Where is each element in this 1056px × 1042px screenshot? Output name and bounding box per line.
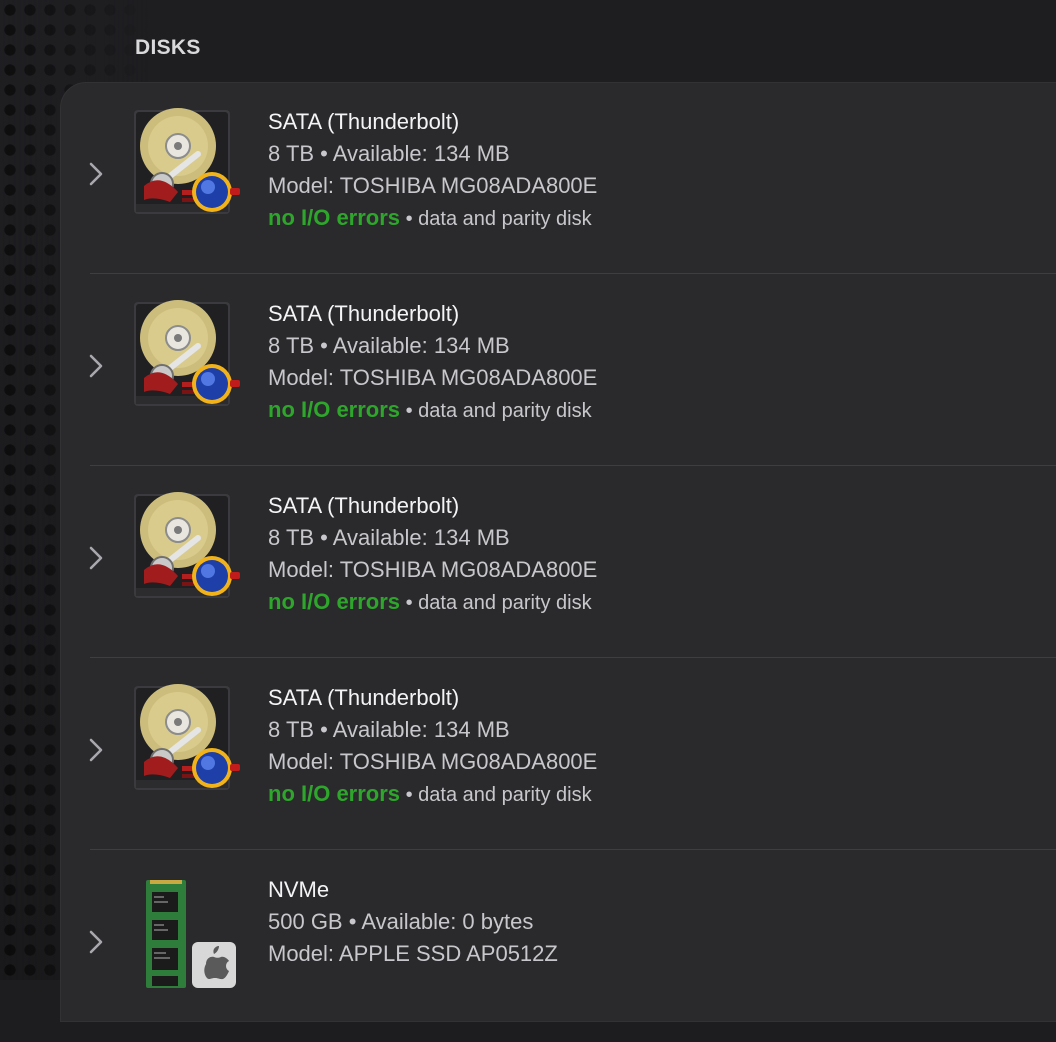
disk-status-line: no I/O errors • data and parity disk: [268, 394, 597, 427]
io-status: no I/O errors: [268, 205, 401, 230]
section-title: DISKS: [135, 36, 201, 59]
disk-role: data and parity disk: [418, 592, 592, 614]
disk-title: SATA (Thunderbolt): [268, 109, 460, 134]
disk-info: SATA (Thunderbolt) 8 TB • Available: 134…: [268, 106, 597, 235]
io-status: no I/O errors: [268, 589, 401, 614]
disk-row[interactable]: SATA (Thunderbolt) 8 TB • Available: 134…: [60, 274, 1056, 466]
disk-capacity: 8 TB • Available: 134 MB: [268, 333, 510, 358]
disk-model: Model: TOSHIBA MG08ADA800E: [268, 365, 598, 390]
disk-role: data and parity disk: [418, 784, 592, 806]
disk-role: data and parity disk: [418, 208, 592, 230]
chevron-right-icon[interactable]: [88, 544, 104, 572]
hard-drive-icon: [134, 108, 240, 214]
disk-status-line: no I/O errors • data and parity disk: [268, 586, 597, 619]
io-status: no I/O errors: [268, 397, 401, 422]
nvme-ssd-icon: [146, 880, 236, 988]
hard-drive-icon: [134, 684, 240, 790]
disk-title: NVMe: [268, 877, 330, 902]
disk-info: SATA (Thunderbolt) 8 TB • Available: 134…: [268, 490, 597, 619]
status-separator: •: [400, 208, 419, 230]
disk-info: NVMe 500 GB • Available: 0 bytes Model: …: [268, 874, 558, 970]
disk-model: Model: TOSHIBA MG08ADA800E: [268, 749, 598, 774]
chevron-right-icon[interactable]: [88, 352, 104, 380]
disk-model: Model: TOSHIBA MG08ADA800E: [268, 557, 598, 582]
chevron-right-icon[interactable]: [88, 736, 104, 764]
io-status: no I/O errors: [268, 781, 401, 806]
disk-row[interactable]: SATA (Thunderbolt) 8 TB • Available: 134…: [60, 82, 1056, 274]
disk-capacity: 8 TB • Available: 134 MB: [268, 525, 510, 550]
hard-drive-icon: [134, 300, 240, 406]
disk-role: data and parity disk: [418, 400, 592, 422]
disk-row[interactable]: NVMe 500 GB • Available: 0 bytes Model: …: [60, 850, 1056, 1042]
disk-capacity: 8 TB • Available: 134 MB: [268, 141, 510, 166]
chevron-right-icon[interactable]: [88, 928, 104, 956]
status-separator: •: [400, 400, 419, 422]
disk-capacity: 500 GB • Available: 0 bytes: [268, 909, 534, 934]
disk-row[interactable]: SATA (Thunderbolt) 8 TB • Available: 134…: [60, 466, 1056, 658]
disk-capacity: 8 TB • Available: 134 MB: [268, 717, 510, 742]
disk-title: SATA (Thunderbolt): [268, 493, 460, 518]
disk-status-line: no I/O errors • data and parity disk: [268, 202, 597, 235]
status-separator: •: [400, 592, 419, 614]
disk-info: SATA (Thunderbolt) 8 TB • Available: 134…: [268, 298, 597, 427]
disks-panel: SATA (Thunderbolt) 8 TB • Available: 134…: [60, 82, 1056, 1022]
disk-model: Model: TOSHIBA MG08ADA800E: [268, 173, 598, 198]
disk-title: SATA (Thunderbolt): [268, 685, 460, 710]
disk-status-line: no I/O errors • data and parity disk: [268, 778, 597, 811]
disk-model: Model: APPLE SSD AP0512Z: [268, 941, 558, 966]
disk-row[interactable]: SATA (Thunderbolt) 8 TB • Available: 134…: [60, 658, 1056, 850]
disk-title: SATA (Thunderbolt): [268, 301, 460, 326]
hard-drive-icon: [134, 492, 240, 598]
status-separator: •: [400, 784, 419, 806]
chevron-right-icon[interactable]: [88, 160, 104, 188]
disk-info: SATA (Thunderbolt) 8 TB • Available: 134…: [268, 682, 597, 811]
